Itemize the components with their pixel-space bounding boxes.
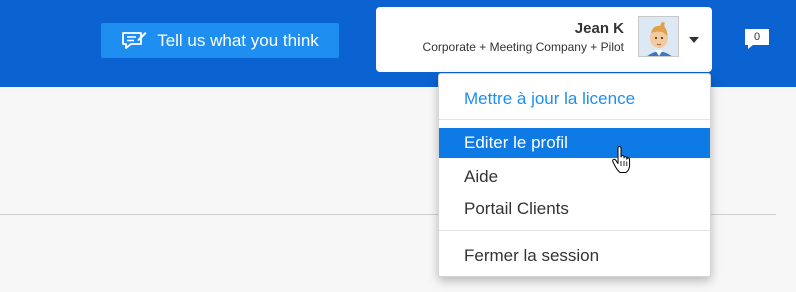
user-dropdown-menu: Mettre à jour la licence Editer le profi…	[438, 73, 711, 277]
feedback-icon	[121, 30, 147, 52]
menu-item-update-license[interactable]: Mettre à jour la licence	[439, 84, 710, 114]
notification-count: 0	[753, 31, 761, 43]
notification-button[interactable]: 0	[744, 28, 770, 50]
avatar	[638, 16, 679, 57]
menu-item-logout[interactable]: Fermer la session	[439, 241, 710, 271]
user-plan: Corporate + Meeting Company + Pilot	[422, 40, 624, 54]
feedback-button-label: Tell us what you think	[157, 30, 319, 50]
avatar-icon	[639, 17, 678, 56]
menu-divider	[439, 230, 710, 231]
menu-item-client-portal[interactable]: Portail Clients	[439, 194, 710, 224]
menu-item-help[interactable]: Aide	[439, 162, 710, 192]
chevron-down-icon	[689, 37, 699, 43]
user-account-menu-toggle[interactable]: Jean K Corporate + Meeting Company + Pil…	[376, 7, 712, 72]
user-name: Jean K	[574, 20, 624, 37]
feedback-button[interactable]: Tell us what you think	[101, 23, 339, 58]
menu-divider	[439, 119, 710, 120]
menu-item-edit-profile[interactable]: Editer le profil	[439, 128, 710, 158]
